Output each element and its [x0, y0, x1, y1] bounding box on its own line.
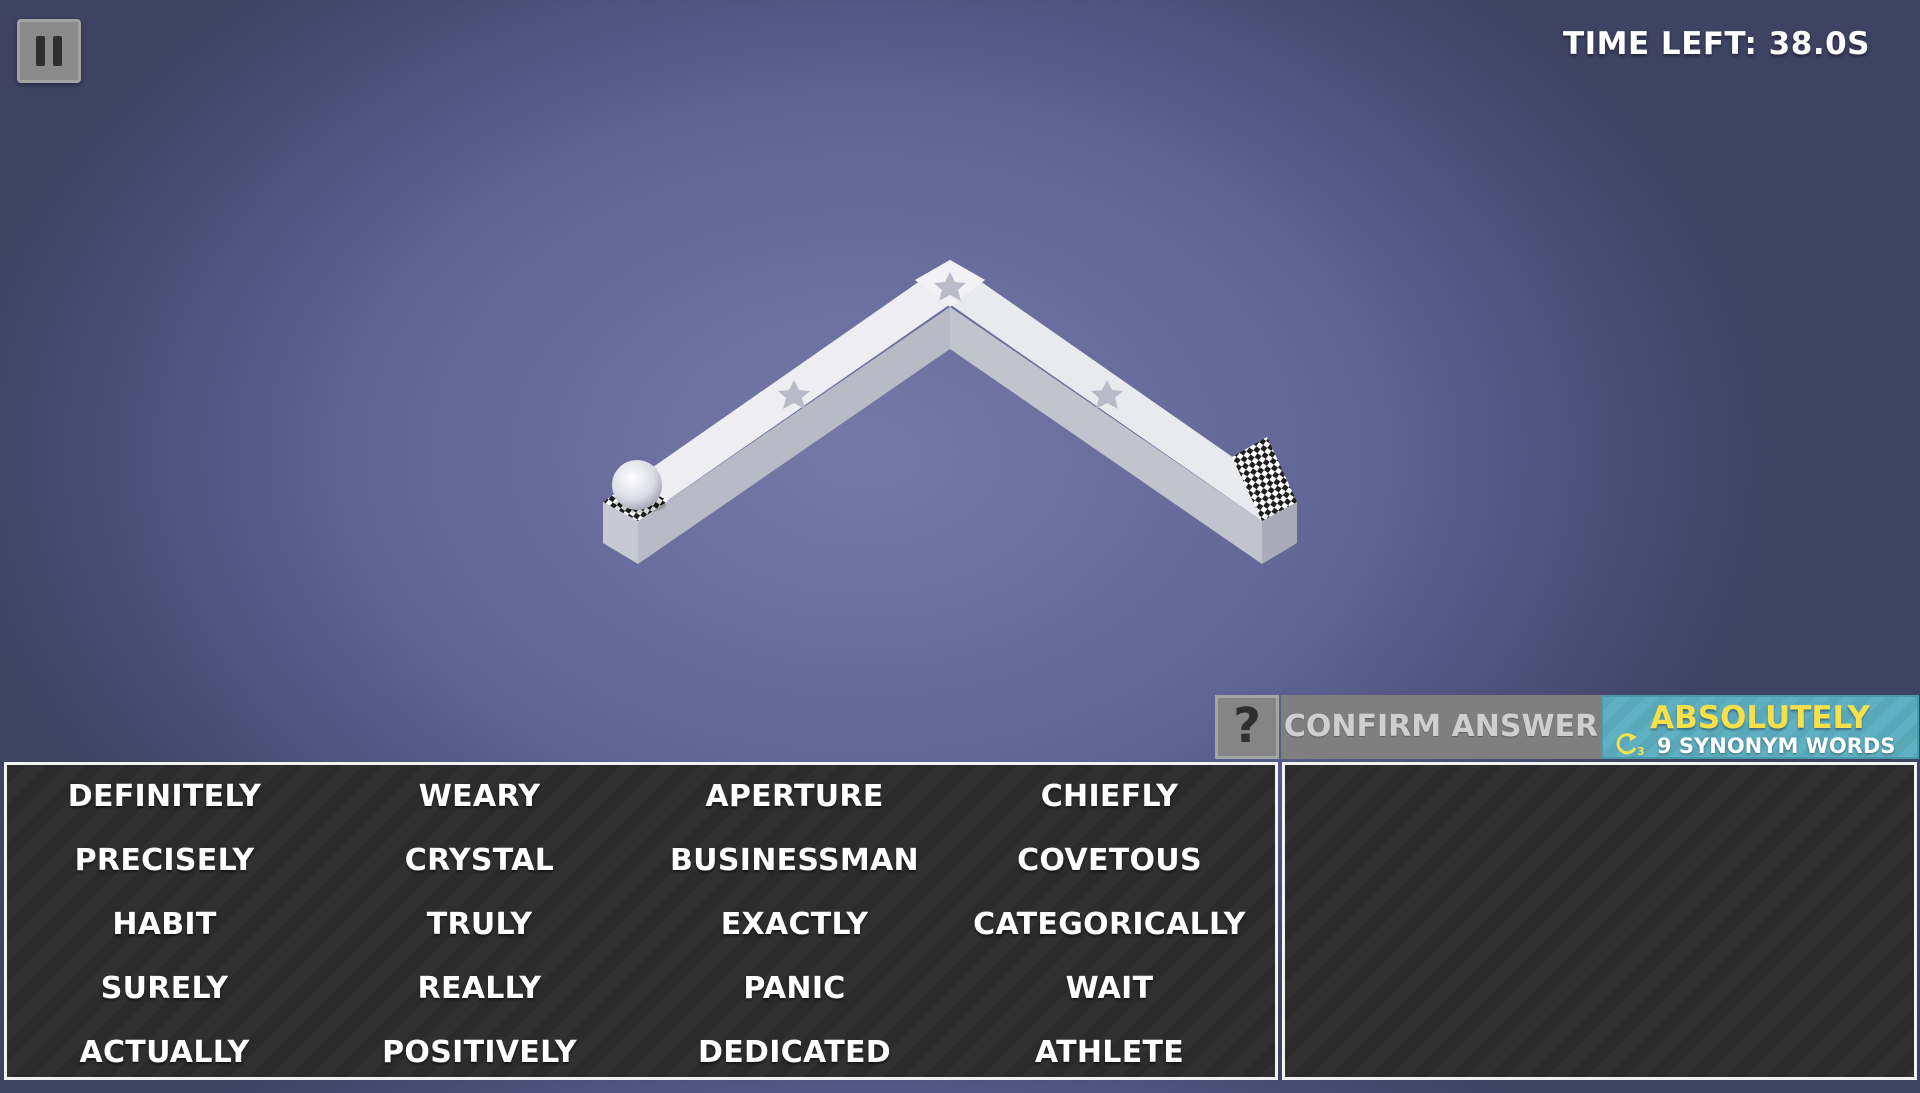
word-option[interactable]: ACTUALLY: [7, 1029, 322, 1093]
word-option[interactable]: EXACTLY: [637, 901, 952, 965]
word-option[interactable]: BUSINESSMAN: [637, 837, 952, 901]
target-word-box: ABSOLUTELY 3 9 SYNONYM WORDS: [1601, 695, 1919, 759]
word-option[interactable]: PANIC: [637, 965, 952, 1029]
word-option[interactable]: COVETOUS: [952, 837, 1267, 901]
word-option[interactable]: CRYSTAL: [322, 837, 637, 901]
track: [603, 260, 1297, 564]
game-board: [603, 260, 1297, 564]
word-option[interactable]: PRECISELY: [7, 837, 322, 901]
word-option[interactable]: DEFINITELY: [7, 773, 322, 837]
word-option[interactable]: ATHLETE: [952, 1029, 1267, 1093]
confirm-answer-button[interactable]: CONFIRM ANSWER: [1281, 695, 1601, 759]
word-option[interactable]: SURELY: [7, 965, 322, 1029]
help-button[interactable]: ?: [1215, 695, 1279, 759]
ball: [612, 460, 662, 510]
selected-answers-panel: [1282, 762, 1917, 1080]
word-option[interactable]: WAIT: [952, 965, 1267, 1029]
synonym-count: 9 SYNONYM WORDS: [1657, 734, 1896, 758]
word-option[interactable]: WEARY: [322, 773, 637, 837]
word-option[interactable]: APERTURE: [637, 773, 952, 837]
word-option[interactable]: TRULY: [322, 901, 637, 965]
word-choices-panel: DEFINITELY WEARY APERTURE CHIEFLY PRECIS…: [4, 762, 1278, 1080]
word-option[interactable]: REALLY: [322, 965, 637, 1029]
word-option[interactable]: CATEGORICALLY: [952, 901, 1267, 965]
svg-text:3: 3: [1637, 745, 1645, 757]
word-option[interactable]: DEDICATED: [637, 1029, 952, 1093]
cycle-icon: 3: [1616, 733, 1645, 757]
word-option[interactable]: POSITIVELY: [322, 1029, 637, 1093]
word-option[interactable]: CHIEFLY: [952, 773, 1267, 837]
word-option[interactable]: HABIT: [7, 901, 322, 965]
target-word: ABSOLUTELY: [1650, 700, 1870, 736]
